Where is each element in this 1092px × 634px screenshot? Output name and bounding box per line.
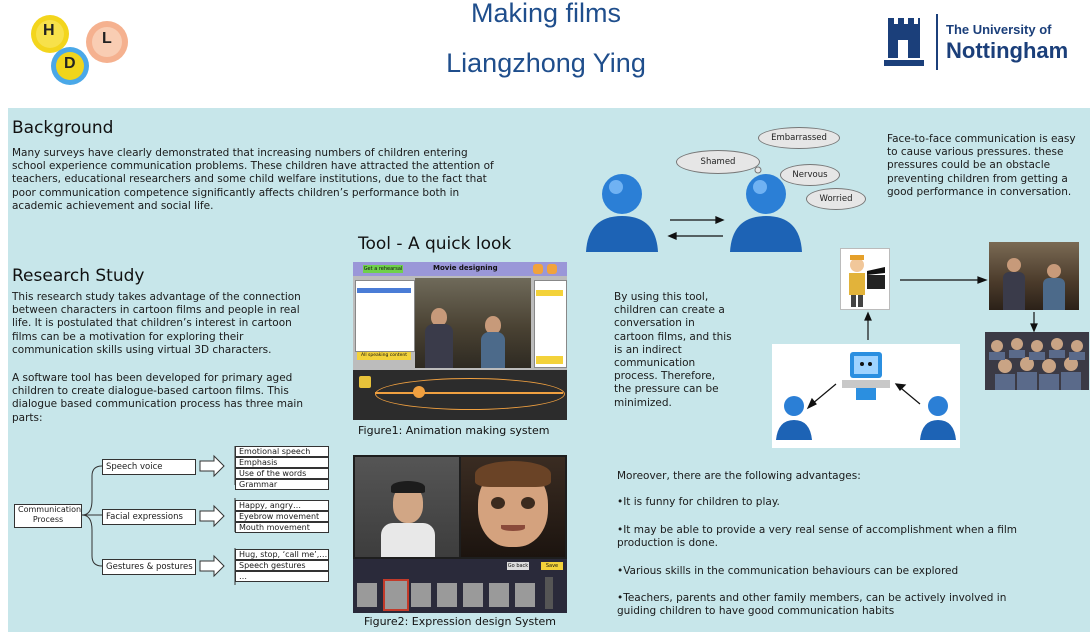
advantage-item-3: •Various skills in the communication beh… [617, 565, 1077, 578]
research-line: This research study takes advantage of t… [12, 291, 301, 303]
pressure-line: good performance in conversation. [887, 185, 1072, 198]
diagram-leaf: Happy, angry… [235, 500, 329, 511]
figure2-save-button: Save [541, 562, 563, 570]
figure1-title: Movie designing [433, 264, 498, 272]
person-small-right-icon [920, 396, 956, 440]
diagram-root: Communication Process [14, 504, 82, 528]
university-name-line1: The University of [946, 22, 1052, 37]
castle-crest-icon [884, 18, 924, 66]
diagram-leaf: Emphasis [235, 457, 329, 468]
advantage-line: •It may be able to provide a very real s… [617, 524, 1018, 536]
person-small-left-icon [776, 396, 812, 440]
background-line: poor communication competence significan… [12, 186, 460, 199]
research-line: films can be a motivation for exploring … [12, 330, 244, 343]
background-line: teachers, educational researchers and so… [12, 173, 487, 186]
diagram-leaf: Grammar [235, 479, 329, 490]
thought-cloud-shamed: Shamed [676, 150, 760, 174]
figure1-screenshot: Get a rehearsal Movie designing All spea… [353, 262, 567, 420]
research-heading: Research Study [12, 266, 145, 286]
pressure-line: preventing children from getting a [887, 172, 1068, 185]
diagram-branch-facial: Facial expressions [102, 509, 196, 525]
diagram-leaf: Mouth movement [235, 522, 329, 533]
advantages-intro: Moreover, there are the following advant… [617, 470, 861, 482]
person-left-icon [586, 174, 658, 252]
tool-use-line: communication [614, 357, 696, 370]
advantage-line: •Teachers, parents and other family memb… [617, 592, 1007, 604]
diagram-leaf: Hug, stop, ‘call me’,… [235, 549, 329, 560]
figure1-content-button: All speaking content [357, 352, 411, 360]
thought-cloud-nervous: Nervous [780, 164, 840, 186]
background-line: Many surveys have clearly demonstrated t… [12, 147, 468, 159]
diagram-leaf: … [235, 571, 329, 582]
pressure-line: pressures could be an obstacle [887, 159, 1051, 172]
diagram-branch-gestures: Gestures & postures [102, 559, 196, 575]
diagram-root-label: Communication Process [18, 505, 82, 524]
diagram-leaf: Use of the words [235, 468, 329, 479]
figure2-back-button: Go back [507, 562, 529, 570]
advantage-line: guiding children to have good communicat… [617, 605, 895, 618]
diagram-leaf: Emotional speech [235, 446, 329, 457]
research-line: life. It is postulated that children’s i… [12, 317, 292, 330]
figure2-caption: Figure2: Expression design System [364, 615, 557, 628]
person-right-icon [730, 174, 802, 252]
background-line: academic achievement and social life. [12, 199, 214, 212]
pressure-line: Face-to-face communication is easy [887, 133, 1076, 145]
diagram-leaf: Eyebrow movement [235, 511, 329, 522]
tool-use-line: minimized. [614, 396, 672, 409]
thought-cloud-embarrassed: Embarrassed [758, 127, 840, 149]
tool-use-text: By using this tool, children can create … [614, 291, 764, 410]
exchange-arrows-icon [667, 216, 725, 240]
figure2-screenshot: Go back Save [353, 455, 567, 613]
research-line: children to create dialogue-based cartoo… [12, 385, 289, 398]
thought-cloud-worried: Worried [806, 188, 866, 210]
diagram-branch-speech: Speech voice [102, 459, 196, 475]
tool-use-line: conversation in [614, 317, 695, 330]
tool-use-line: process. Therefore, [614, 370, 716, 383]
advantage-line: •Various skills in the communication beh… [617, 565, 959, 577]
tool-heading: Tool - A quick look [358, 234, 512, 254]
research-paragraph-2: A software tool has been developed for p… [12, 372, 342, 425]
pressure-text: Face-to-face communication is easy to ca… [887, 133, 1087, 199]
university-name-line2: Nottingham [946, 38, 1069, 63]
research-line: between characters in cartoon films and … [12, 304, 300, 317]
tool-use-line: children can create a [614, 304, 725, 317]
flow-arrows [864, 276, 1038, 340]
tool-use-line: is an indirect [614, 343, 682, 356]
pressure-line: to cause various pressures. these [887, 146, 1064, 159]
figure1-rehearsal-button: Get a rehearsal [363, 265, 403, 273]
figure1-caption: Figure1: Animation making system [358, 424, 550, 437]
advantage-item-4: •Teachers, parents and other family memb… [617, 592, 1077, 618]
research-line: communication skills using virtual 3D ch… [12, 343, 272, 356]
background-paragraph: Many surveys have clearly demonstrated t… [12, 147, 552, 213]
research-line: A software tool has been developed for p… [12, 372, 293, 384]
tool-use-line: the pressure can be [614, 383, 719, 396]
tool-use-line: cartoon films, and this [614, 330, 732, 343]
advantage-line: •It is funny for children to play. [617, 496, 780, 508]
advantage-line: production is done. [617, 537, 718, 550]
advantage-item-2: •It may be able to provide a very real s… [617, 524, 1077, 550]
research-paragraph-1: This research study takes advantage of t… [12, 291, 342, 357]
advantage-item-1: •It is funny for children to play. [617, 496, 1077, 509]
tool-use-line: By using this tool, [614, 291, 709, 303]
research-line: parts: [12, 411, 43, 424]
background-line: school experience communication problems… [12, 160, 494, 173]
nottingham-logo: The University of Nottingham [884, 14, 1084, 74]
background-heading: Background [12, 118, 114, 138]
research-line: dialogue based communication process has… [12, 398, 303, 411]
diagram-leaf: Speech gestures [235, 560, 329, 571]
